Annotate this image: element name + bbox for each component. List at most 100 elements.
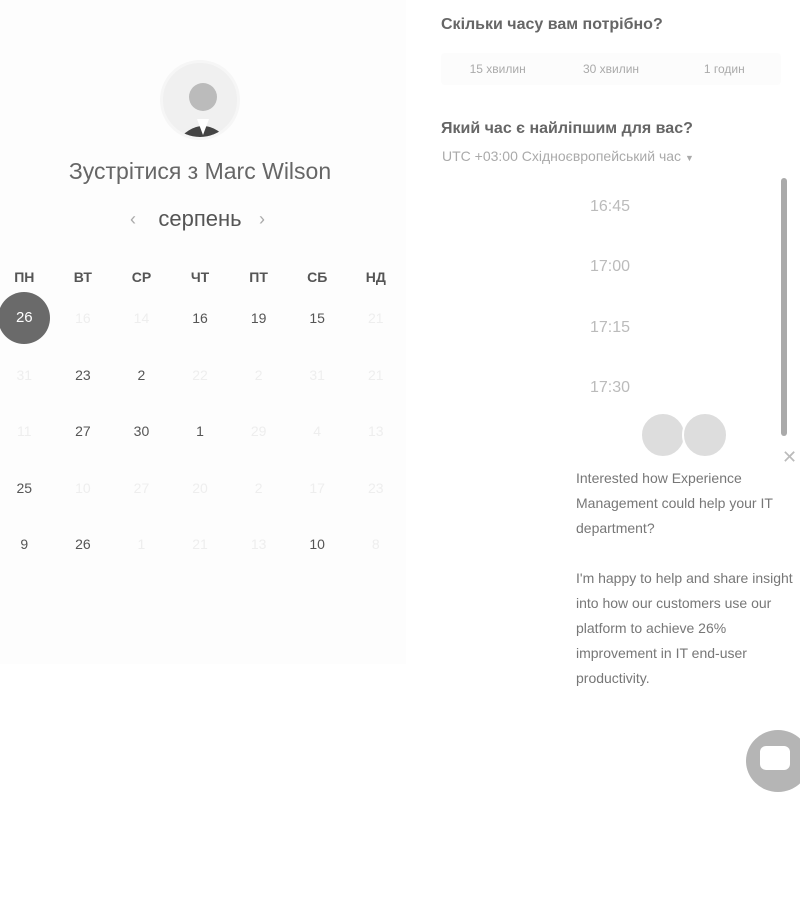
duration-selector: 15 хвилин 30 хвилин 1 годин: [441, 53, 781, 85]
calendar-day: 23: [346, 480, 405, 496]
day-number: 25: [16, 479, 33, 496]
calendar-grid: ПН ВТ СР ЧТ ПТ СБ НД 26 16 14 16 19 15 21 31 23 2 22 2 31 2…: [0, 264, 405, 573]
selected-day[interactable]: 26: [0, 292, 54, 345]
calendar-day: 2: [229, 367, 288, 383]
duration-question: Скільки часу вам потрібно?: [441, 16, 663, 33]
day-number: 30: [133, 423, 150, 440]
calendar-day: 16: [54, 310, 113, 326]
day-number: 27: [75, 423, 91, 440]
day-number: 4: [313, 423, 322, 440]
day-number: 26: [75, 536, 91, 553]
close-icon[interactable]: ✕: [782, 447, 797, 468]
calendar-day[interactable]: 10: [288, 536, 347, 552]
chat-launcher-button[interactable]: [746, 730, 800, 792]
weekday-header: ПН ВТ СР ЧТ ПТ СБ НД: [0, 264, 405, 290]
calendar-day: 21: [171, 536, 230, 552]
calendar-day: 22: [171, 367, 230, 383]
agent-avatar: [640, 412, 686, 458]
day-number: 17: [309, 479, 325, 496]
calendar-day: 31: [0, 367, 54, 383]
calendar-day[interactable]: 1: [171, 423, 230, 439]
weekday-label: СБ: [307, 269, 328, 285]
calendar-day[interactable]: 15: [288, 310, 347, 326]
day-number: 21: [367, 310, 384, 327]
calendar-day[interactable]: 26: [54, 536, 113, 552]
calendar-day: 4: [288, 423, 347, 439]
time-slot[interactable]: 17:15: [440, 319, 780, 337]
chat-bubble-icon: [760, 746, 790, 770]
weekday-label: ПН: [14, 269, 35, 285]
calendar-day[interactable]: 27: [54, 423, 113, 439]
day-number: 29: [250, 423, 267, 440]
day-number: 10: [309, 536, 325, 553]
next-month-chevron-icon[interactable]: ›: [259, 209, 265, 230]
month-label: серпень: [158, 206, 242, 231]
calendar-day[interactable]: 2: [112, 367, 171, 383]
day-number: 2: [254, 479, 263, 496]
weekday-label: ЧТ: [190, 269, 210, 285]
calendar-day[interactable]: 23: [54, 367, 113, 383]
calendar-day: 8: [346, 536, 405, 552]
calendar-week: 31 23 2 22 2 31 21: [0, 347, 405, 404]
calendar-day: 20: [171, 480, 230, 496]
calendar-day[interactable]: 16: [171, 310, 230, 326]
day-number: 10: [75, 479, 91, 496]
day-number: 16: [75, 310, 91, 327]
calendar-day[interactable]: 30: [112, 423, 171, 439]
weekday-label: СР: [131, 269, 152, 285]
duration-option[interactable]: 30 хвилин: [554, 53, 667, 85]
day-number: 31: [16, 366, 33, 383]
calendar-week: 9 26 1 21 13 10 8: [0, 516, 405, 573]
host-avatar: [160, 60, 240, 140]
day-number: 8: [371, 536, 380, 553]
weekday-label: НД: [365, 269, 386, 285]
day-number: 26: [0, 292, 51, 345]
calendar-week: 26 16 14 16 19 15 21: [0, 290, 405, 347]
day-number: 2: [137, 366, 146, 383]
chat-agents-avatars: [640, 412, 730, 462]
day-number: 14: [133, 310, 150, 327]
calendar-day: 1: [112, 536, 171, 552]
day-number: 2: [254, 366, 263, 383]
day-number: 15: [309, 310, 325, 327]
day-number: 13: [367, 423, 384, 440]
day-number: 1: [137, 536, 146, 553]
calendar-day[interactable]: 19: [229, 310, 288, 326]
calendar-day[interactable]: 25: [0, 480, 54, 496]
calendar-day: 31: [288, 367, 347, 383]
agent-avatar: [682, 412, 728, 458]
time-slots-scrollbar[interactable]: [781, 178, 787, 436]
duration-option[interactable]: 15 хвилин: [441, 53, 554, 85]
calendar-day: 27: [112, 480, 171, 496]
weekday-label: ПТ: [249, 269, 268, 285]
time-question: Який час є найліпшим для вас?: [441, 120, 693, 137]
page-title: Зустрітися з Marc Wilson: [68, 158, 332, 184]
calendar-day: 13: [229, 536, 288, 552]
calendar-day: 21: [346, 310, 405, 326]
calendar-day: 11: [0, 423, 54, 439]
time-slot[interactable]: 17:30: [440, 379, 780, 397]
day-number: 1: [196, 423, 204, 440]
day-number: 9: [20, 536, 29, 553]
timezone-dropdown[interactable]: UTC +03:00 Східноєвропейський час ▼: [442, 148, 694, 164]
day-number: 22: [192, 366, 208, 383]
calendar-day: 14: [112, 310, 171, 326]
day-number: 11: [17, 423, 32, 440]
day-number: 23: [367, 479, 384, 496]
time-slot[interactable]: 16:45: [440, 198, 780, 216]
time-slot[interactable]: 17:00: [440, 258, 780, 276]
calendar-panel: Зустрітися з Marc Wilson ‹ серпень › ПН В…: [0, 0, 406, 664]
day-number: 21: [367, 366, 384, 383]
calendar-week: 11 27 30 1 29 4 13: [0, 403, 405, 460]
duration-option[interactable]: 1 годин: [668, 53, 781, 85]
day-number: 13: [250, 536, 267, 553]
day-number: 23: [75, 366, 91, 383]
calendar-day: 10: [54, 480, 113, 496]
timezone-value: UTC +03:00 Східноєвропейський час: [442, 148, 682, 164]
day-number: 20: [192, 479, 208, 496]
chat-message: Interested how Experience Management cou…: [576, 470, 773, 536]
weekday-label: ВТ: [73, 269, 92, 285]
calendar-day[interactable]: 9: [0, 536, 54, 552]
calendar-day: 13: [346, 423, 405, 439]
calendar-day: 29: [229, 423, 288, 439]
